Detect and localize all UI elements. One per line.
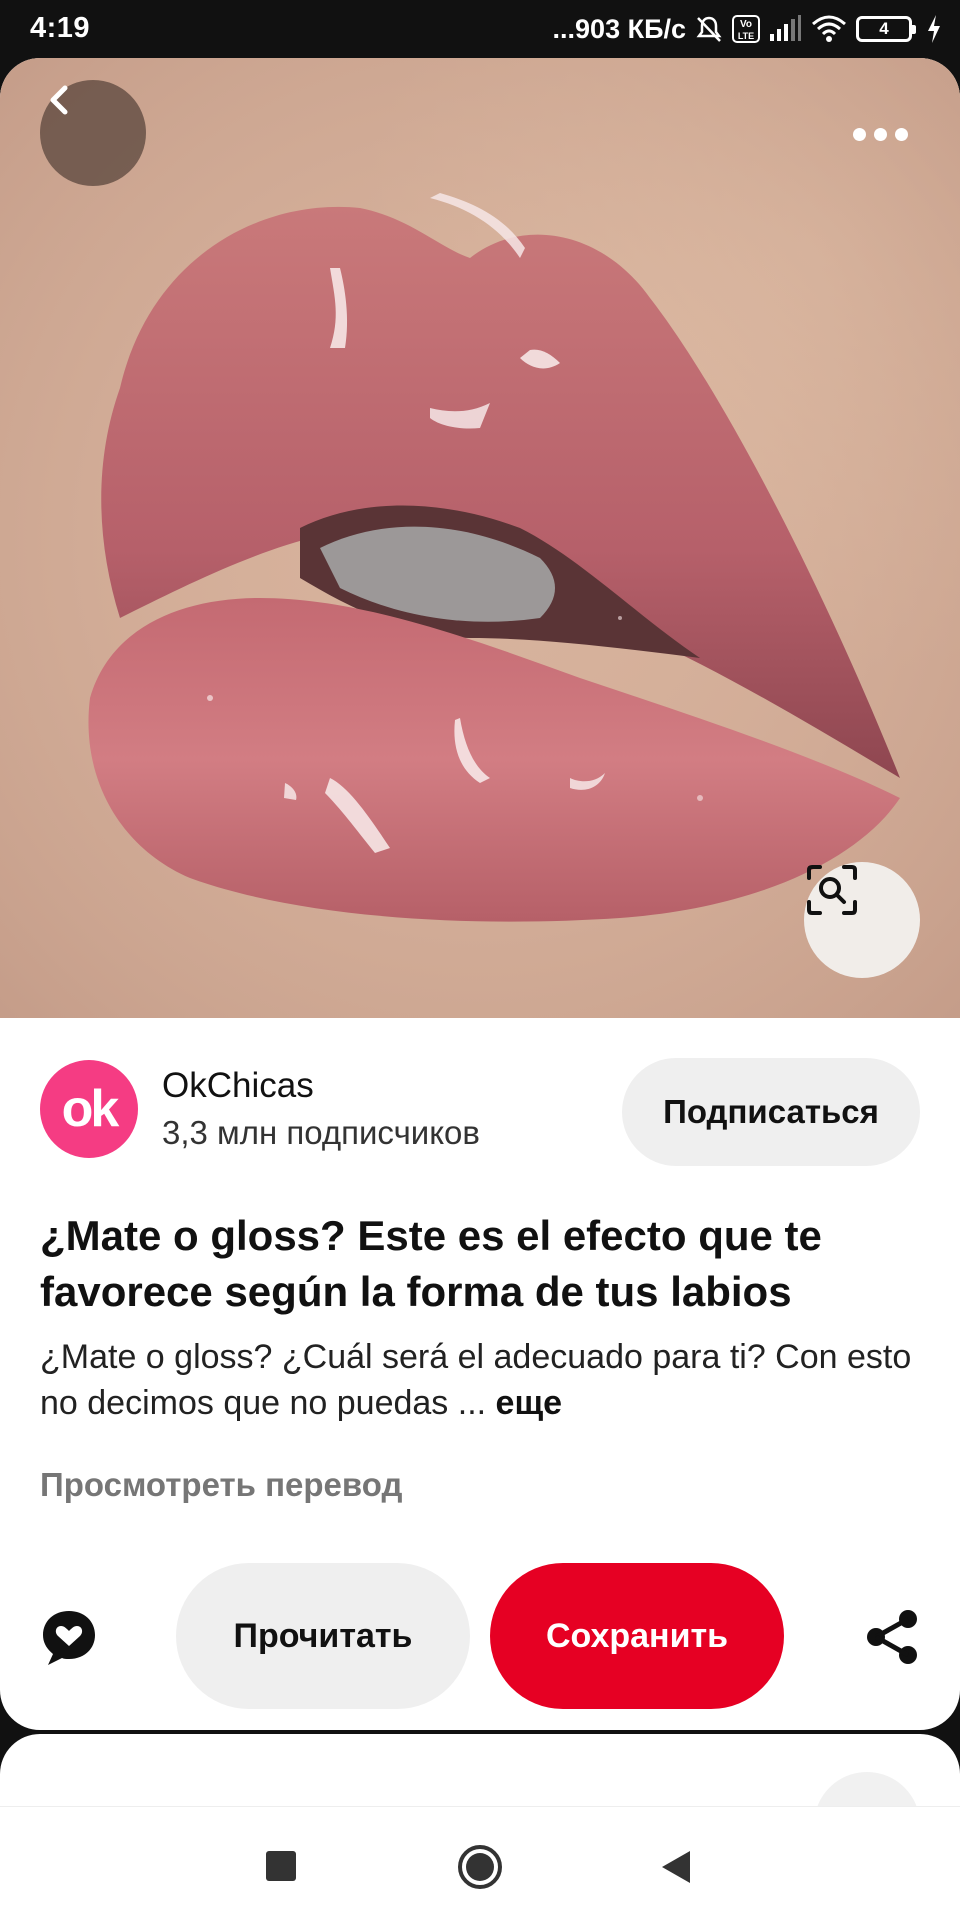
description-more-link[interactable]: еще	[496, 1384, 563, 1422]
home-icon[interactable]	[458, 1845, 502, 1889]
status-bar: 4:19 ...903 КБ/с Vo LTE 4	[0, 0, 960, 58]
system-nav-bar	[0, 1806, 960, 1920]
comment-icon[interactable]	[38, 1607, 100, 1669]
more-options-button[interactable]	[840, 106, 920, 162]
network-speed: ...903 КБ/с	[552, 13, 686, 44]
pin-image[interactable]	[0, 58, 960, 1018]
pin-title: ¿Mate o gloss? Este es el efecto que te …	[40, 1212, 822, 1315]
pin-description: ¿Mate o gloss? ¿Cuál será el adecuado pa…	[40, 1334, 920, 1426]
svg-text:LTE: LTE	[738, 31, 754, 41]
nav-back-icon[interactable]	[662, 1851, 690, 1883]
creator-followers: 3,3 млн подписчиков	[162, 1114, 480, 1151]
actions-row: Прочитать Сохранить	[0, 1563, 960, 1713]
description-text: ¿Mate o gloss? ¿Cuál será el adecuado pa…	[40, 1338, 912, 1422]
save-button[interactable]: Сохранить	[490, 1563, 784, 1709]
share-icon[interactable]	[862, 1607, 922, 1667]
charging-icon	[926, 14, 942, 44]
home-icon-dot	[466, 1853, 494, 1881]
more-dots-icon	[894, 127, 908, 141]
signal-icon	[768, 14, 802, 44]
screen: 4:19 ...903 КБ/с Vo LTE 4 ok OkChicas 3,…	[0, 0, 960, 1920]
creator-name[interactable]: OkChicas	[162, 1066, 314, 1106]
more-dots-icon	[873, 127, 887, 141]
back-arrow-icon	[50, 85, 68, 115]
volte-icon: Vo LTE	[732, 14, 760, 44]
svg-text:Vo: Vo	[740, 19, 752, 30]
status-time: 4:19	[30, 12, 91, 44]
more-dots-icon	[852, 127, 866, 141]
subscribe-button[interactable]: Подписаться	[622, 1058, 920, 1166]
battery-icon: 4	[856, 16, 916, 42]
mute-icon	[694, 14, 724, 44]
visual-search-button[interactable]	[804, 862, 920, 978]
read-button[interactable]: Прочитать	[176, 1563, 470, 1709]
recents-icon[interactable]	[266, 1851, 296, 1881]
status-indicators: ...903 КБ/с Vo LTE 4	[553, 10, 942, 48]
translate-link[interactable]: Просмотреть перевод	[40, 1466, 402, 1504]
creator-avatar[interactable]: ok	[40, 1060, 138, 1158]
pin-card: ok OkChicas 3,3 млн подписчиков Подписат…	[0, 58, 960, 1730]
visual-search-icon	[807, 865, 857, 915]
creator-row: ok OkChicas 3,3 млн подписчиков Подписат…	[40, 1058, 920, 1168]
back-button[interactable]	[40, 80, 146, 186]
wifi-icon	[810, 14, 848, 44]
